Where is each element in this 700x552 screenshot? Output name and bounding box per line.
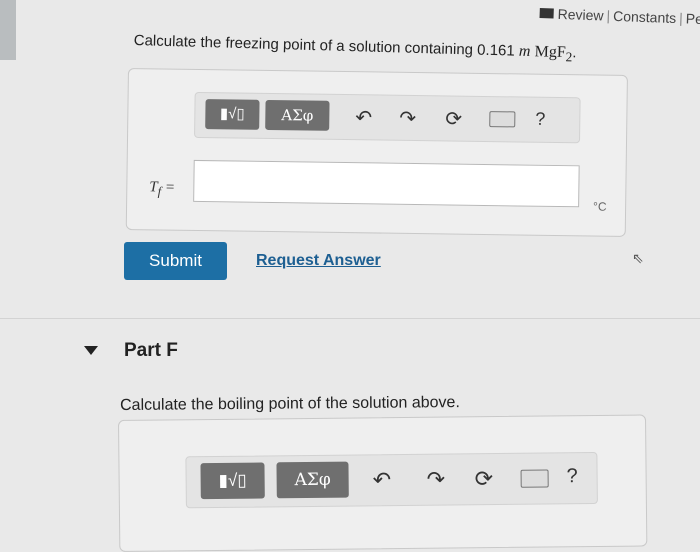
question-part-e: Calculate the freezing point of a soluti… (133, 32, 577, 66)
review-icon (539, 8, 554, 19)
request-answer-link[interactable]: Request Answer (256, 252, 381, 270)
answer-input[interactable] (193, 159, 580, 208)
mouse-cursor-icon: ⇖ (632, 250, 644, 266)
math-toolbar: ▮√▯ ΑΣφ ↶ ↷ ⟳ ? (194, 91, 581, 144)
collapse-caret-icon[interactable] (84, 346, 98, 355)
top-links-bar: Review | Constants | Pe (539, 4, 700, 27)
greek-symbols-button[interactable]: ΑΣφ (276, 461, 349, 499)
question-text: Calculate the freezing point of a soluti… (133, 32, 520, 60)
unit-label: °C (593, 199, 607, 214)
submit-button[interactable]: Submit (124, 242, 227, 280)
templates-button[interactable]: ▮√▯ (205, 99, 260, 130)
section-divider (0, 318, 700, 319)
keyboard-icon[interactable] (489, 111, 516, 128)
help-icon[interactable]: ? (566, 465, 577, 488)
keyboard-icon[interactable] (520, 469, 549, 488)
part-f-title[interactable]: Part F (124, 340, 178, 362)
separator: | (606, 7, 611, 24)
molality-unit: m (518, 42, 531, 61)
reset-icon[interactable]: ⟳ (475, 466, 494, 492)
undo-icon[interactable]: ↶ (373, 467, 392, 493)
answer-box-part-f: ▮√▯ ΑΣφ ↶ ↷ ⟳ ? (118, 414, 648, 552)
separator: | (678, 10, 684, 27)
question-suffix: . (572, 44, 577, 62)
templates-button[interactable]: ▮√▯ (200, 462, 265, 500)
question-part-f: Calculate the boiling point of the solut… (120, 394, 460, 414)
math-toolbar: ▮√▯ ΑΣφ ↶ ↷ ⟳ ? (185, 451, 598, 509)
help-icon[interactable]: ? (535, 109, 545, 130)
answer-box-part-e: ▮√▯ ΑΣφ ↶ ↷ ⟳ ? Tf = °C (125, 68, 628, 237)
compound-formula: MgF2 (534, 43, 573, 65)
review-link[interactable]: Review (557, 6, 603, 24)
periodic-table-link[interactable]: Pe (686, 10, 700, 27)
greek-symbols-button[interactable]: ΑΣφ (265, 99, 330, 131)
redo-icon[interactable]: ↷ (399, 106, 416, 131)
left-edge-strip (0, 0, 16, 60)
redo-icon[interactable]: ↷ (427, 467, 446, 493)
answer-label: Tf = (149, 179, 176, 199)
undo-icon[interactable]: ↶ (355, 105, 372, 130)
constants-link[interactable]: Constants (613, 8, 677, 26)
reset-icon[interactable]: ⟳ (445, 106, 462, 131)
